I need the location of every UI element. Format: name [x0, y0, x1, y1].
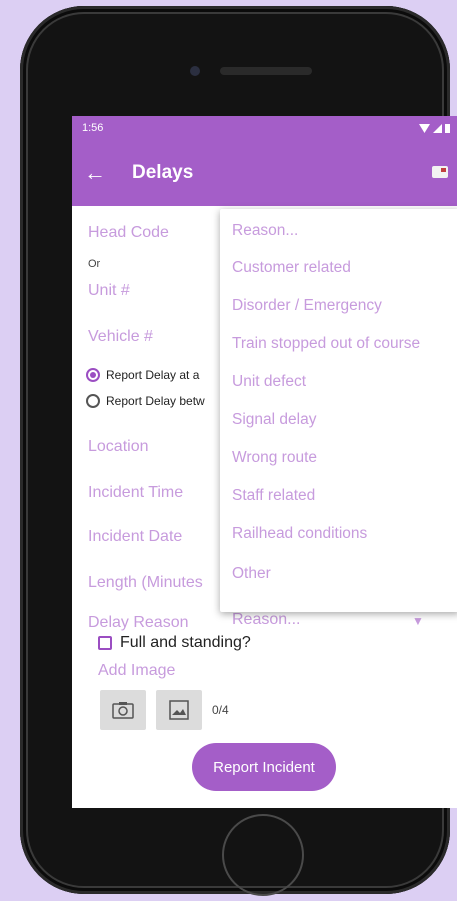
battery-icon	[445, 123, 450, 133]
dropdown-option[interactable]: Customer related	[232, 259, 351, 277]
phone-frame: 1:56 ← Delays Head Code Or Unit # Vehicl…	[20, 6, 457, 896]
dropdown-option[interactable]: Railhead conditions	[232, 525, 367, 543]
speaker-grille	[220, 67, 312, 75]
gallery-button[interactable]	[156, 690, 202, 730]
camera-icon	[112, 702, 134, 719]
or-text: Or	[88, 258, 101, 270]
wifi-icon	[419, 123, 430, 133]
radio-unselected-icon[interactable]	[86, 394, 100, 408]
dropdown-option[interactable]: Reason...	[232, 222, 298, 240]
length-minutes-field[interactable]: Length (Minutes	[88, 574, 203, 592]
head-code-field[interactable]: Head Code	[88, 224, 169, 242]
image-icon	[169, 700, 189, 720]
dropdown-option[interactable]: Staff related	[232, 487, 315, 505]
delay-reason-label: Delay Reason	[88, 614, 189, 631]
delay-reason-dropdown: Reason... Customer related Disorder / Em…	[220, 209, 457, 612]
home-button[interactable]	[222, 814, 304, 896]
vehicle-field[interactable]: Vehicle #	[88, 328, 153, 346]
radio-report-between-label: Report Delay betw	[106, 394, 205, 408]
image-count: 0/4	[212, 703, 229, 717]
signal-icon	[433, 123, 442, 133]
camera-icon	[190, 66, 200, 76]
dropdown-option[interactable]: Wrong route	[232, 449, 317, 467]
status-time: 1:56	[82, 122, 104, 134]
camera-button[interactable]	[100, 690, 146, 730]
screen: 1:56 ← Delays Head Code Or Unit # Vehicl…	[72, 116, 457, 808]
radio-report-between[interactable]: Report Delay betw	[86, 394, 205, 408]
delay-reason-select[interactable]: Reason...	[232, 611, 300, 629]
app-bar: ← Delays	[72, 140, 457, 206]
incident-date-field[interactable]: Incident Date	[88, 528, 182, 546]
form-content: Head Code Or Unit # Vehicle # Report Del…	[72, 206, 457, 808]
location-field[interactable]: Location	[88, 438, 149, 456]
dropdown-option[interactable]: Unit defect	[232, 373, 306, 391]
dropdown-option[interactable]: Train stopped out of course	[232, 335, 420, 353]
report-incident-button[interactable]: Report Incident	[192, 743, 336, 791]
add-image-label: Add Image	[98, 662, 176, 679]
checkbox-icon[interactable]	[98, 636, 112, 650]
dropdown-arrow-icon[interactable]: ▼	[412, 614, 424, 628]
incident-time-field[interactable]: Incident Time	[88, 484, 183, 502]
dropdown-option[interactable]: Disorder / Emergency	[232, 297, 382, 315]
unit-field[interactable]: Unit #	[88, 282, 130, 300]
status-icons	[419, 123, 450, 133]
page-title: Delays	[132, 162, 194, 183]
full-standing-label: Full and standing?	[120, 634, 251, 651]
mail-icon[interactable]	[432, 166, 448, 178]
radio-report-at-label: Report Delay at a	[106, 368, 200, 382]
radio-selected-icon[interactable]	[86, 368, 100, 382]
full-standing-checkbox[interactable]: Full and standing?	[98, 634, 251, 652]
radio-report-at[interactable]: Report Delay at a	[86, 368, 199, 382]
status-bar: 1:56	[72, 116, 457, 140]
back-arrow-icon[interactable]: ←	[84, 160, 114, 186]
dropdown-option[interactable]: Other	[232, 565, 271, 583]
dropdown-option[interactable]: Signal delay	[232, 411, 316, 429]
